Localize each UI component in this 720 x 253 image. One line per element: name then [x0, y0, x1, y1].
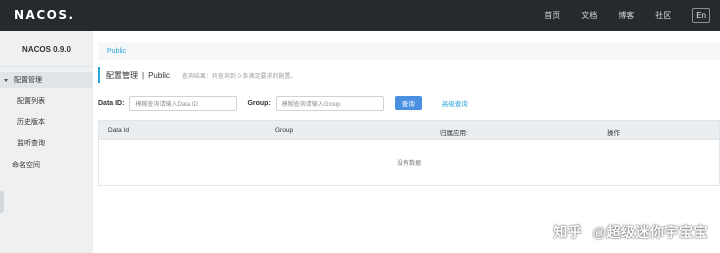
watermark-author: @超级迷你宇宝宝 — [592, 224, 708, 240]
page-namespace-title: Public — [148, 70, 170, 80]
query-result-hint: 查询结果：共查询到 0 条满足要求的配置。 — [181, 73, 297, 80]
nav-blog[interactable]: 博客 — [618, 10, 634, 21]
page-title-text: 配置管理 — [106, 70, 138, 80]
sidebar-item-label: 监听查询 — [17, 140, 45, 147]
namespace-link[interactable]: Public — [107, 48, 126, 55]
zhihu-watermark: 知乎 @超级迷你宇宝宝 — [553, 222, 708, 242]
advanced-query-link[interactable]: 高级查询 — [442, 98, 468, 108]
group-search-input[interactable]: 模糊查询请输入Group — [275, 95, 384, 111]
title-separator: | — [142, 70, 145, 80]
sidebar-group-config[interactable]: 配置管理 — [0, 72, 93, 88]
page-title: 配置管理 | Public 查询结果：共查询到 0 条满足要求的配置。 — [98, 67, 297, 83]
search-filters: Data ID: 模糊查询请输入Data ID Group: 模糊查询请输入Gr… — [98, 95, 468, 111]
version-label: NACOS 0.9.0 — [22, 45, 71, 54]
query-button[interactable]: 查询 — [394, 96, 422, 110]
nav-community[interactable]: 社区 — [655, 10, 671, 21]
sidebar-item-history[interactable]: 历史版本 — [0, 114, 93, 130]
dataid-search-input[interactable]: 模糊查询请输入Data ID — [129, 95, 238, 111]
group-placeholder: 模糊查询请输入Group — [281, 101, 341, 108]
dataid-placeholder: 模糊查询请输入Data ID — [135, 101, 198, 108]
namespace-breadcrumb: Public — [98, 42, 720, 60]
sidebar-group-label: 配置管理 — [14, 77, 42, 84]
sidebar-item-config-list[interactable]: 配置列表 — [0, 93, 93, 109]
caret-down-icon — [4, 78, 8, 82]
sidebar-divider — [0, 66, 93, 67]
nav-docs[interactable]: 文档 — [581, 10, 597, 21]
sidebar-item-label: 历史版本 — [17, 119, 45, 126]
sidebar-item-listener[interactable]: 监听查询 — [0, 135, 93, 151]
top-navbar: NACOS. 首页 文档 博客 社区 En — [0, 0, 720, 31]
sidebar-item-label: 配置列表 — [17, 98, 45, 105]
main-content: Public 配置管理 | Public 查询结果：共查询到 0 条满足要求的配… — [93, 31, 720, 253]
table-empty-state: 没有数据 — [98, 140, 720, 186]
column-header-group[interactable]: Group — [275, 127, 293, 134]
table-header: Data Id Group 归属应用: 操作 — [98, 120, 720, 140]
config-table: Data Id Group 归属应用: 操作 没有数据 — [98, 120, 720, 216]
empty-text: 没有数据 — [396, 161, 421, 167]
dataid-label: Data ID: — [98, 99, 125, 107]
sidebar-item-namespace[interactable]: 命名空间 — [0, 157, 93, 173]
nav-home[interactable]: 首页 — [544, 10, 560, 21]
sidebar-collapse-handle[interactable] — [0, 191, 4, 213]
group-label: Group: — [247, 99, 271, 107]
watermark-site: 知乎 — [553, 224, 583, 240]
column-header-app[interactable]: 归属应用: — [440, 127, 468, 137]
language-toggle[interactable]: En — [692, 8, 710, 23]
sidebar: NACOS 0.9.0 配置管理 配置列表 历史版本 监听查询 命名空间 — [0, 31, 93, 253]
sidebar-item-label: 命名空间 — [12, 162, 40, 169]
logo-text: NACOS. — [14, 8, 75, 22]
column-header-dataid[interactable]: Data Id — [108, 127, 129, 134]
column-header-actions: 操作 — [607, 130, 620, 137]
nacos-logo[interactable]: NACOS. — [14, 8, 75, 22]
top-nav: 首页 文档 博客 社区 En — [544, 0, 710, 31]
